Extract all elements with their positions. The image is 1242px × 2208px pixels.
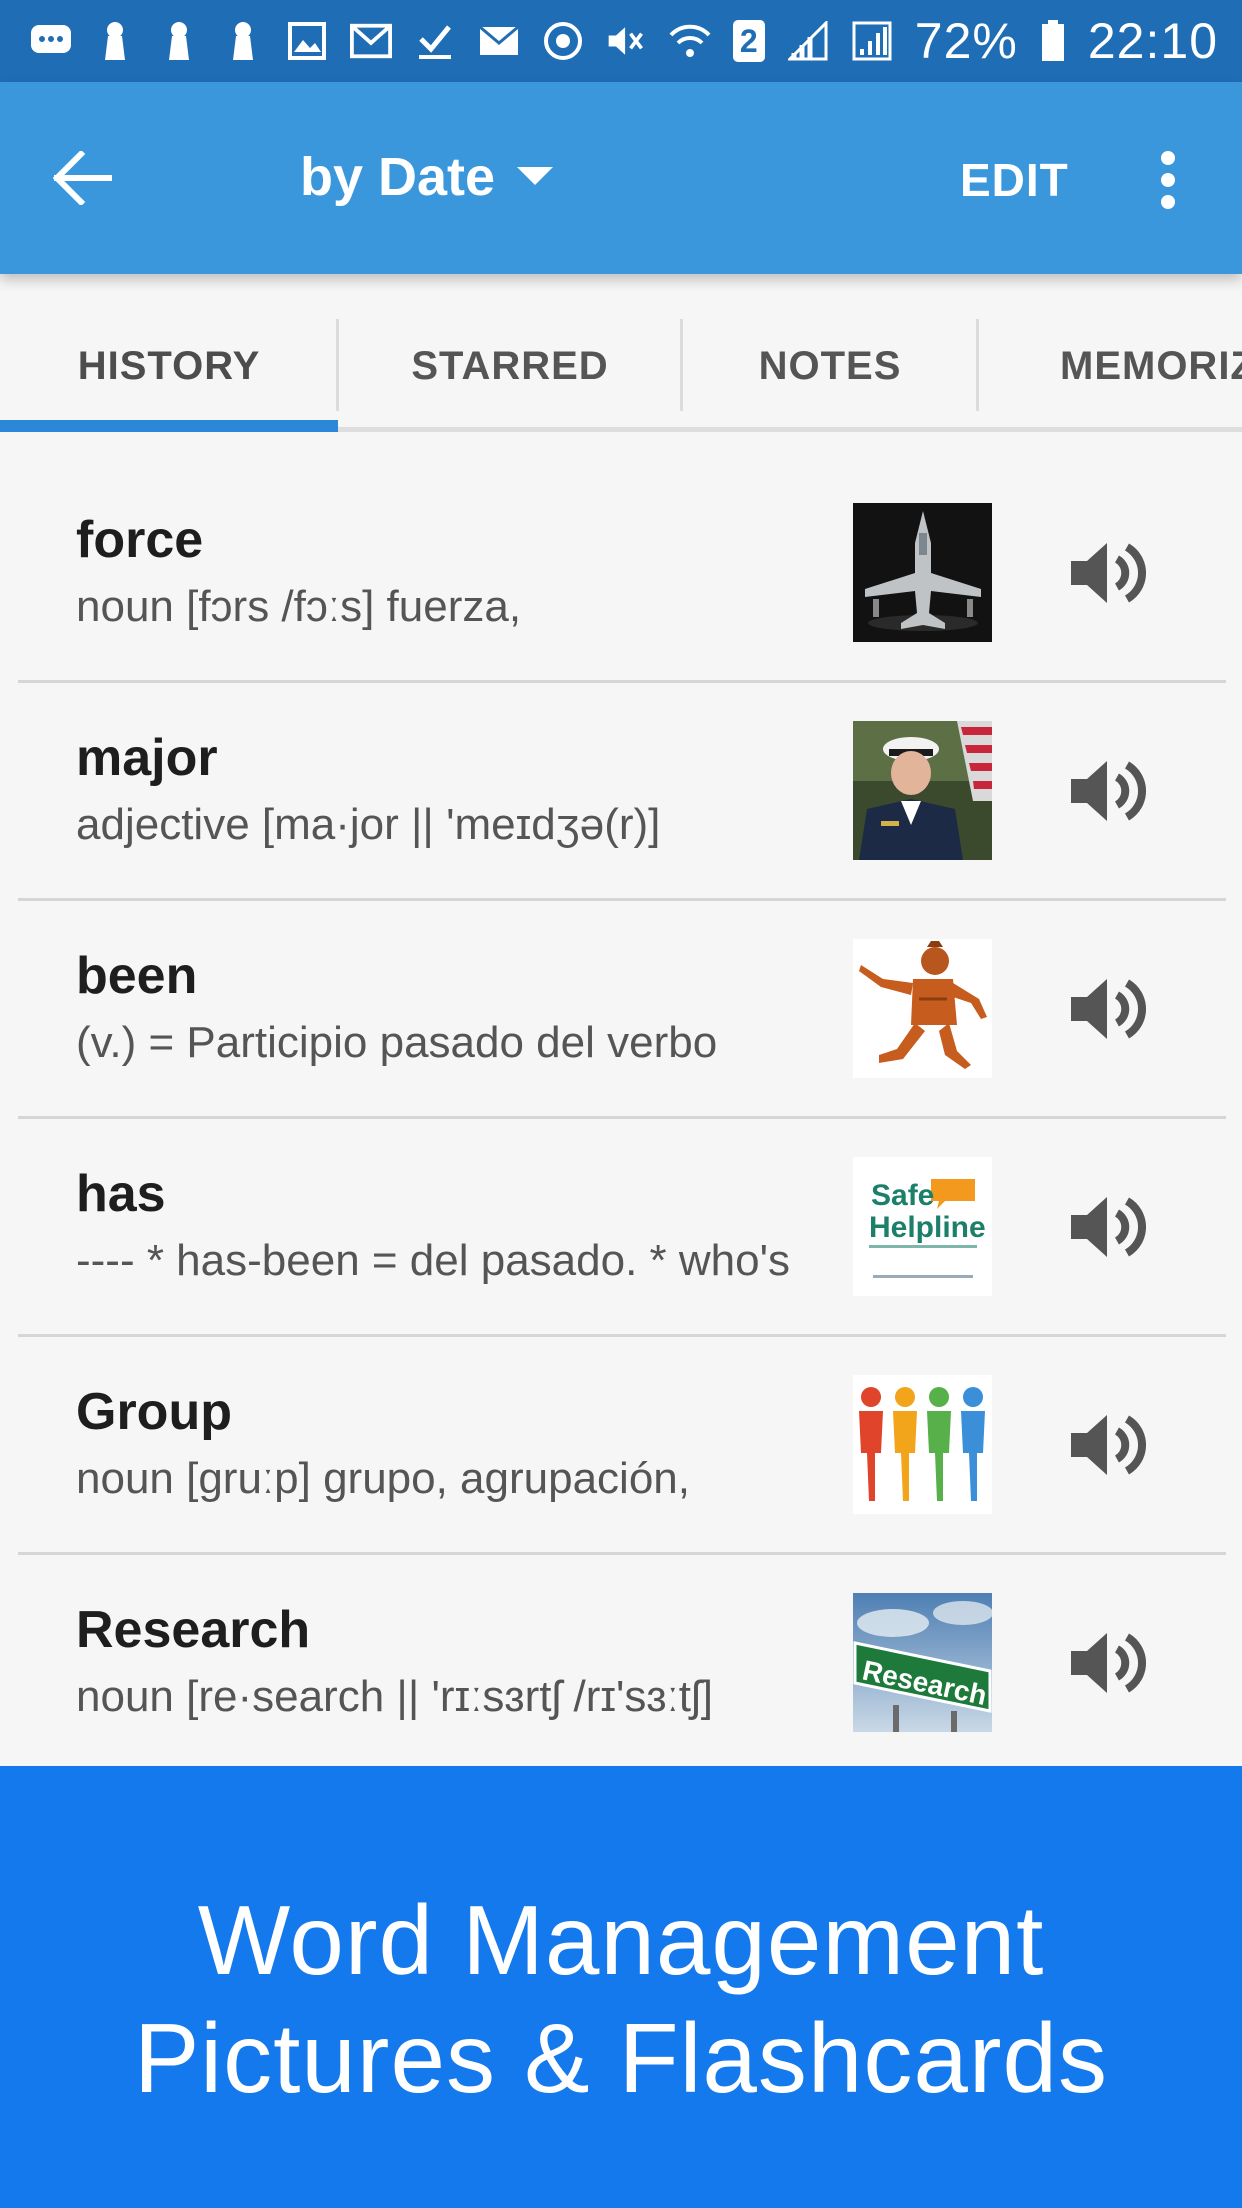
list-item[interactable]: Group noun [gruːp] grupo, agrupación,: [0, 1320, 1242, 1555]
wifi-icon: [669, 20, 711, 62]
word-list: force noun [fɔrs /fɔːs] fuerza, major ad…: [0, 448, 1242, 1766]
sim-badge: 2: [732, 20, 765, 62]
fighter-jet-image[interactable]: [853, 503, 992, 642]
envelope-icon: [478, 20, 520, 62]
entry-definition: noun [re·search || 'rɪːsɜrtʃ /rɪ'sɜːtʃ]: [76, 1672, 714, 1721]
entry-word: major: [76, 729, 218, 787]
list-item[interactable]: force noun [fɔrs /fɔːs] fuerza,: [0, 448, 1242, 683]
caret-down-icon: [517, 167, 554, 185]
speaker-button[interactable]: [1052, 736, 1162, 846]
volume-icon: [1071, 1415, 1147, 1475]
entry-definition: adjective [ma·jor || 'meɪdʒə(r)]: [76, 800, 661, 849]
volume-icon: [1071, 1633, 1147, 1693]
tab-history[interactable]: HISTORY: [0, 319, 338, 414]
edit-button[interactable]: EDIT: [960, 140, 1069, 220]
list-item[interactable]: been (v.) = Participio pasado del verbo: [0, 884, 1242, 1119]
speaker-button[interactable]: [1052, 1390, 1162, 1500]
signal-icon: [787, 20, 829, 62]
signal-icon: [851, 20, 893, 62]
entry-word: force: [76, 511, 204, 569]
entry-definition: (v.) = Participio pasado del verbo: [76, 1018, 718, 1067]
research-sign-image[interactable]: Research: [853, 1593, 992, 1732]
volume-icon: [1071, 543, 1147, 603]
tab-starred[interactable]: STARRED: [338, 319, 682, 414]
arrow-left-icon: [53, 151, 112, 205]
military-officer-image[interactable]: [853, 721, 992, 860]
battery-icon: [1040, 20, 1066, 62]
tab-indicator: [0, 420, 338, 432]
entry-word: been: [76, 947, 198, 1005]
entry-definition: ---- * has-been = del pasado. * who's: [76, 1236, 791, 1285]
sync-icon: [542, 20, 584, 62]
tab-separator: [976, 319, 979, 411]
volume-icon: [1071, 979, 1147, 1039]
list-item[interactable]: Research noun [re·search || 'rɪːsɜrtʃ /r…: [0, 1538, 1242, 1756]
speaker-button[interactable]: [1052, 1608, 1162, 1718]
tab-bar: HISTORY STARRED NOTES MEMORIZ: [0, 274, 1242, 448]
battery-percent: 72%: [914, 13, 1018, 69]
banner-headline: Word Management: [197, 1885, 1045, 1995]
keyhole-icon: [222, 20, 264, 62]
helpline-logo-text: Safe: [871, 1179, 934, 1212]
more-vert-icon: [1161, 151, 1175, 209]
notification-icons: [30, 20, 584, 62]
keyhole-icon: [158, 20, 200, 62]
sim-number: 2: [739, 22, 758, 59]
keyhole-icon: [94, 20, 136, 62]
entry-definition: noun [fɔrs /fɔːs] fuerza,: [76, 582, 522, 631]
tab-notes[interactable]: NOTES: [682, 319, 978, 414]
sort-label: by Date: [300, 147, 496, 207]
volume-icon: [1071, 761, 1147, 821]
dancing-figure-image[interactable]: [853, 939, 992, 1078]
entry-word: Group: [76, 1383, 232, 1441]
list-item[interactable]: major adjective [ma·jor || 'meɪdʒə(r)]: [0, 666, 1242, 901]
back-button[interactable]: [40, 140, 126, 216]
app-bar: by Date EDIT: [0, 82, 1242, 274]
more-options-button[interactable]: [1130, 130, 1206, 230]
banner-subheadline: Pictures & Flashcards: [133, 2003, 1109, 2113]
tab-memorize[interactable]: MEMORIZ: [1060, 319, 1242, 414]
chat-bubble-icon: [30, 20, 72, 62]
clock: 22:10: [1087, 13, 1218, 69]
entry-word: Research: [76, 1601, 311, 1659]
helpline-logo-text: Helpline: [869, 1211, 986, 1244]
volume-icon: [1071, 1197, 1147, 1257]
promo-banner: Word Management Pictures & Flashcards: [0, 1766, 1242, 2208]
entry-definition: noun [gruːp] grupo, agrupación,: [76, 1454, 691, 1503]
speaker-button[interactable]: [1052, 1172, 1162, 1282]
system-icons: 2 72% 22:10: [605, 12, 1218, 70]
sort-dropdown[interactable]: by Date: [300, 132, 554, 222]
people-group-image[interactable]: [853, 1375, 992, 1514]
gmail-icon: [350, 20, 392, 62]
checkmark-icon: [414, 20, 456, 62]
list-item[interactable]: has ---- * has-been = del pasado. * who'…: [0, 1102, 1242, 1337]
speaker-button[interactable]: [1052, 518, 1162, 628]
status-bar: 2 72% 22:10: [0, 0, 1242, 82]
mute-icon: [605, 20, 647, 62]
entry-word: has: [76, 1165, 166, 1223]
speaker-button[interactable]: [1052, 954, 1162, 1064]
safe-helpline-image[interactable]: Safe Helpline: [853, 1157, 992, 1296]
image-icon: [286, 20, 328, 62]
